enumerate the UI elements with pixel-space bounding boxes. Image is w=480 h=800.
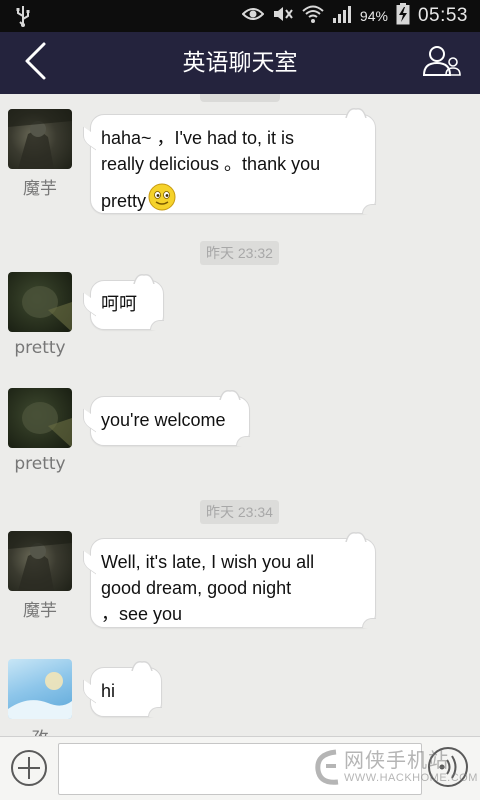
sender-name: pretty — [14, 338, 66, 358]
status-bar: 94% 05:53 — [0, 0, 480, 32]
chat-list[interactable]: 魔芋 haha~ ，I've had to, it is really deli… — [0, 94, 480, 736]
page-title: 英语聊天室 — [182, 50, 298, 76]
message-text: haha~ ，I've had to, it is — [101, 128, 295, 148]
timestamp-pill: 昨天 23:34 — [200, 500, 279, 524]
plus-circle-icon — [9, 748, 49, 793]
smiley-emoji-icon — [148, 183, 176, 218]
message-text: good dream, good night — [101, 578, 292, 598]
avatar[interactable] — [8, 272, 72, 332]
sender-name: 魔芋 — [23, 179, 57, 199]
message-text: hi — [101, 681, 116, 701]
input-bar — [0, 736, 480, 800]
previous-time-pill — [200, 94, 280, 102]
sender-name: pretty — [14, 454, 66, 474]
avatar[interactable] — [8, 531, 72, 591]
more-options-button[interactable] — [8, 749, 50, 791]
mute-icon — [272, 4, 294, 29]
avatar[interactable] — [8, 659, 72, 719]
battery-charging-icon — [396, 2, 410, 30]
message-input[interactable] — [58, 743, 422, 795]
usb-icon — [14, 5, 32, 32]
message-text: pretty — [101, 190, 147, 211]
sender-name: 魔芋 — [23, 601, 57, 621]
eye-icon — [241, 6, 265, 27]
group-members-button[interactable] — [420, 40, 466, 86]
message-text: Well, it's late, I wish you all — [101, 552, 315, 572]
message-bubble[interactable]: you're welcome — [90, 389, 250, 446]
title-bar: 英语聊天室 — [0, 32, 480, 94]
status-time: 05:53 — [417, 5, 468, 26]
signal-icon — [332, 4, 352, 29]
message-bubble[interactable]: haha~ ，I've had to, it is really delicio… — [90, 107, 376, 214]
message-bubble[interactable]: Well, it's late, I wish you all good dre… — [90, 531, 376, 628]
message-bubble[interactable]: 呵呵 — [90, 273, 164, 330]
avatar[interactable] — [8, 388, 72, 448]
message-text: 呵呵 — [101, 294, 137, 314]
voice-button[interactable] — [424, 745, 472, 793]
avatar[interactable] — [8, 109, 72, 169]
message-text: you're welcome — [101, 410, 226, 430]
message-bubble[interactable]: hi — [90, 660, 162, 717]
voice-icon — [426, 745, 470, 794]
message-text: really delicious 。thank you — [101, 154, 321, 174]
message-text: ，see you — [101, 604, 183, 624]
group-members-icon — [422, 45, 464, 82]
timestamp-pill: 昨天 23:32 — [200, 241, 279, 265]
battery-percent: 94% — [359, 8, 388, 24]
sender-name: 孜 — [4, 724, 76, 736]
wifi-icon — [302, 4, 324, 29]
